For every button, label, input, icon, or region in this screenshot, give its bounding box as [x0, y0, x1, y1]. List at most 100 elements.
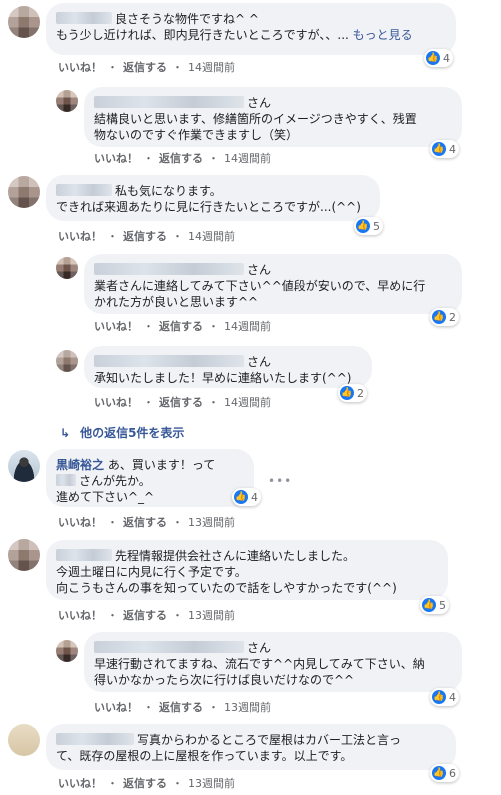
comment-actions: いいね！・返信する・ 14週間前	[94, 318, 271, 334]
comment-text: て、既存の屋根の上に屋根を作っています。以上です。	[56, 749, 353, 763]
comment-text: もう少し近ければ、即内見行きたいところですが、、...	[56, 28, 353, 42]
timestamp[interactable]: 14週間前	[188, 228, 235, 244]
comment-actions: いいね！・返信する・ 14週間前	[58, 228, 235, 244]
reply-link[interactable]: 返信する	[123, 59, 167, 75]
avatar[interactable]	[8, 724, 40, 756]
timestamp[interactable]: 14週間前	[224, 150, 271, 166]
like-link[interactable]: いいね！	[58, 59, 102, 75]
comment-text: 得いかなかったら次に行けば良いだけなので^^	[94, 673, 355, 687]
reaction-count[interactable]: 👍 4	[232, 488, 261, 506]
reaction-count[interactable]: 👍 5	[420, 596, 449, 614]
reaction-count[interactable]: 👍 2	[338, 384, 367, 402]
blurred-name[interactable]	[56, 549, 112, 561]
reply-link[interactable]: 返信する	[123, 775, 167, 791]
timestamp[interactable]: 13週間前	[224, 699, 271, 715]
timestamp[interactable]: 14週間前	[224, 318, 271, 334]
reply-link[interactable]: 返信する	[123, 607, 167, 623]
blurred-name[interactable]	[94, 263, 244, 275]
reply-link[interactable]: 返信する	[159, 150, 203, 166]
like-link[interactable]: いいね！	[58, 514, 102, 530]
thumbs-up-icon: 👍	[432, 310, 446, 324]
thumbs-up-icon: 👍	[234, 490, 248, 504]
thumbs-up-icon: 👍	[340, 386, 354, 400]
comment-bubble: さん 結構良いと思います、修繕箇所のイメージつきやすく、残置 物ないのですぐ作業…	[84, 87, 462, 147]
timestamp[interactable]: 14週間前	[188, 59, 235, 75]
comment-text: 承知いたしました！早めに連絡いたします(^^)	[94, 371, 352, 385]
avatar[interactable]	[8, 450, 40, 482]
avatar[interactable]	[56, 640, 78, 662]
reaction-count[interactable]: 👍 6	[430, 764, 459, 782]
author-name[interactable]: 黒崎裕之	[56, 458, 104, 472]
like-link[interactable]: いいね！	[58, 775, 102, 791]
comment-text: できれば来週あたりに見に行きたいところですが...(^^)	[56, 200, 361, 214]
reply-link[interactable]: 返信する	[159, 394, 203, 410]
reaction-count[interactable]: 👍 2	[430, 308, 459, 326]
reaction-count[interactable]: 👍 4	[424, 49, 453, 67]
blurred-name[interactable]	[56, 733, 134, 745]
avatar[interactable]	[56, 350, 78, 372]
reply-link[interactable]: 返信する	[159, 699, 203, 715]
comment-text: 結構良いと思います、修繕箇所のイメージつきやすく、残置	[94, 112, 417, 126]
thumbs-up-icon: 👍	[432, 690, 446, 704]
comment-text: 進めて下さい^_^	[56, 490, 155, 504]
avatar[interactable]	[56, 257, 78, 279]
like-link[interactable]: いいね！	[94, 318, 138, 334]
avatar[interactable]	[8, 176, 40, 208]
avatar[interactable]	[8, 6, 40, 38]
blurred-name[interactable]	[56, 474, 76, 486]
avatar[interactable]	[56, 90, 78, 112]
comment-text: 今週土曜日に内見に行く予定です。	[56, 565, 247, 579]
comment-text: 私も気になります。	[115, 184, 222, 198]
comment-text: 業者さんに連絡してみて下さい^^値段が安いので、早めに行	[94, 279, 426, 293]
comment-text: 先程情報提供会社さんに連絡いたしました。	[115, 549, 356, 563]
comment-text: あ、買います！って	[107, 458, 216, 472]
comment-actions: いいね！・返信する・ 13週間前	[58, 607, 235, 623]
comment-bubble: さん 早速行動されてますね、流石です^^内見してみて下さい、納 得いかなかったら…	[84, 632, 462, 692]
reply-link[interactable]: 返信する	[123, 228, 167, 244]
like-link[interactable]: いいね！	[94, 394, 138, 410]
more-options-icon[interactable]: •••	[268, 474, 292, 488]
comment-actions: いいね！・返信する・ 13週間前	[58, 514, 235, 530]
thumbs-up-icon: 👍	[422, 598, 436, 612]
reply-link[interactable]: 返信する	[123, 514, 167, 530]
see-more-link[interactable]: もっと見る	[353, 28, 413, 42]
timestamp[interactable]: 13週間前	[188, 514, 235, 530]
comment-actions: いいね！・返信する・ 14週間前	[94, 394, 271, 410]
timestamp[interactable]: 13週間前	[188, 775, 235, 791]
comment-bubble: 写真からわかるところで屋根はカバー工法と言っ て、既存の屋根の上に屋根を作ってい…	[46, 724, 456, 770]
comment-bubble: 黒崎裕之 あ、買います！って さんが先か。 進めて下さい^_^	[46, 449, 254, 507]
comment-actions: いいね！・返信する・ 14週間前	[58, 59, 235, 75]
timestamp[interactable]: 14週間前	[224, 394, 271, 410]
comment-bubble: さん 承知いたしました！早めに連絡いたします(^^)	[84, 346, 372, 388]
blurred-name[interactable]	[56, 184, 112, 196]
timestamp[interactable]: 13週間前	[188, 607, 235, 623]
comment-text: かれた方が良いと思います^^	[94, 295, 259, 309]
comment-text: 早速行動されてますね、流石です^^内見してみて下さい、納	[94, 657, 425, 671]
blurred-name[interactable]	[94, 641, 244, 653]
like-link[interactable]: いいね！	[94, 150, 138, 166]
comment-text: 向こうもさんの事を知っていたので話をしやすかったです(^^)	[56, 581, 397, 595]
comment-bubble: 先程情報提供会社さんに連絡いたしました。 今週土曜日に内見に行く予定です。 向こ…	[46, 540, 448, 600]
comment-actions: いいね！・返信する・ 13週間前	[58, 775, 235, 791]
comment-text: 物ないのですぐ作業できますし（笑）	[94, 128, 299, 142]
comment-text: さんが先か。	[79, 474, 151, 488]
like-link[interactable]: いいね！	[94, 699, 138, 715]
thumbs-up-icon: 👍	[432, 766, 446, 780]
reaction-count[interactable]: 👍 4	[430, 140, 459, 158]
thumbs-up-icon: 👍	[432, 142, 446, 156]
reply-link[interactable]: 返信する	[159, 318, 203, 334]
blurred-name[interactable]	[94, 355, 244, 367]
blurred-name[interactable]	[56, 12, 112, 24]
thumbs-up-icon: 👍	[356, 219, 370, 233]
reaction-count[interactable]: 👍 5	[354, 217, 383, 235]
reply-arrow-icon: ↳	[60, 426, 71, 440]
view-more-replies[interactable]: ↳ 他の返信5件を表示	[60, 424, 184, 441]
comment-bubble: 私も気になります。 できれば来週あたりに見に行きたいところですが...(^^)	[46, 175, 380, 221]
comment-bubble: さん 業者さんに連絡してみて下さい^^値段が安いので、早めに行 かれた方が良いと…	[84, 254, 462, 314]
reaction-count[interactable]: 👍 4	[430, 688, 459, 706]
like-link[interactable]: いいね！	[58, 228, 102, 244]
like-link[interactable]: いいね！	[58, 607, 102, 623]
avatar[interactable]	[8, 539, 40, 571]
blurred-name[interactable]	[94, 96, 244, 108]
comment-text: 良さそうな物件ですね^ ^	[115, 12, 259, 26]
